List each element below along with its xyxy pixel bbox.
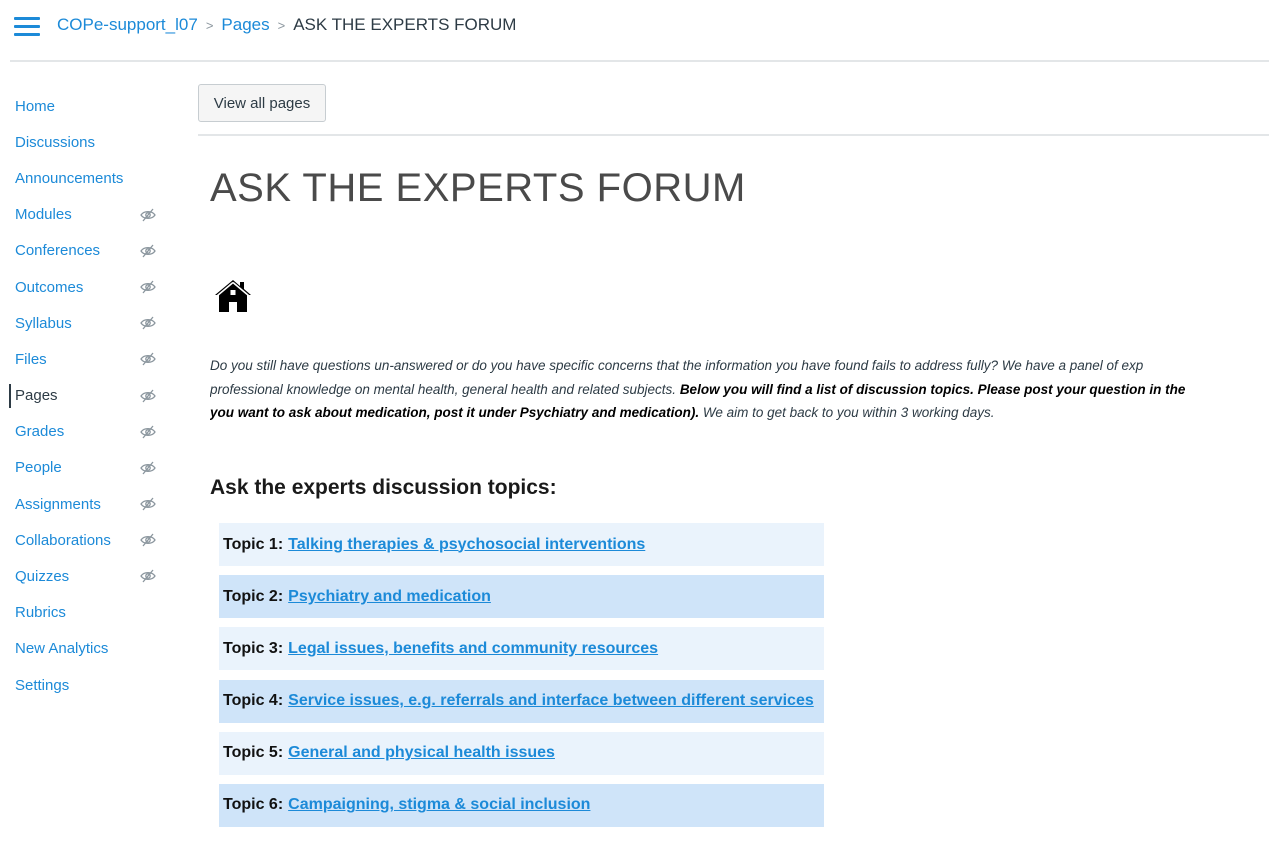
- sidebar-item-label: Conferences: [15, 242, 101, 260]
- topic-prefix: Topic 6:: [223, 796, 284, 814]
- topic-prefix: Topic 2:: [223, 587, 284, 605]
- breadcrumb-current: ASK THE EXPERTS FORUM: [293, 15, 517, 34]
- header-divider: [10, 60, 1269, 62]
- sidebar-item-announcements[interactable]: Announcements: [0, 160, 170, 196]
- topic-link[interactable]: Psychiatry and medication: [288, 588, 491, 606]
- breadcrumb-pages-link[interactable]: Pages: [221, 15, 269, 34]
- sidebar-item-label: Announcements: [15, 169, 124, 187]
- topic-row: Topic 5: General and physical health issu…: [219, 731, 824, 775]
- eye-slash-icon: [140, 425, 156, 439]
- sidebar-item-assignments[interactable]: Assignments: [0, 486, 170, 522]
- eye-slash-icon: [140, 208, 156, 222]
- topic-link[interactable]: Talking therapies & psychosocial interve…: [288, 536, 645, 554]
- sidebar-item-people[interactable]: People: [0, 450, 170, 486]
- sidebar-item-modules[interactable]: Modules: [0, 197, 170, 233]
- eye-slash-icon: [140, 569, 156, 583]
- eye-slash-icon: [140, 533, 156, 547]
- page-title: ASK THE EXPERTS FORUM: [210, 166, 746, 210]
- intro-line: professional knowledge on mental health,…: [210, 378, 1269, 402]
- eye-slash-icon: [140, 461, 156, 475]
- topic-prefix: Topic 4:: [223, 692, 284, 710]
- topic-row: Topic 6: Campaigning, stigma & social inc…: [219, 783, 824, 827]
- hamburger-menu-icon[interactable]: [14, 17, 40, 37]
- sidebar-item-label: Syllabus: [15, 314, 72, 332]
- topic-link[interactable]: Legal issues, benefits and community res…: [288, 640, 658, 658]
- sidebar-item-discussions[interactable]: Discussions: [0, 124, 170, 160]
- sidebar-item-conferences[interactable]: Conferences: [0, 233, 170, 269]
- sidebar-item-new-analytics[interactable]: New Analytics: [0, 631, 170, 667]
- sidebar-item-pages[interactable]: Pages: [0, 378, 170, 414]
- sidebar-item-syllabus[interactable]: Syllabus: [0, 305, 170, 341]
- content-divider: [198, 134, 1269, 136]
- sidebar-item-label: Quizzes: [15, 568, 70, 586]
- sidebar-item-label: People: [15, 459, 62, 477]
- sidebar-item-files[interactable]: Files: [0, 341, 170, 377]
- sidebar-item-label: Pages: [15, 387, 58, 405]
- global-header: COPe-support_l07 > Pages > ASK THE EXPERTS F…: [0, 0, 1269, 60]
- sidebar-item-label: Discussions: [15, 133, 96, 151]
- topic-list: Topic 1: Talking therapies & psychosocial…: [219, 523, 824, 836]
- topic-row: Topic 1: Talking therapies & psychosocial…: [219, 523, 824, 566]
- sidebar-item-label: Rubrics: [15, 604, 66, 622]
- topic-prefix: Topic 5:: [223, 744, 284, 762]
- intro-line3-plain: We aim to get back to you within 3 worki…: [699, 405, 995, 420]
- home-icon: [215, 280, 251, 312]
- eye-slash-icon: [140, 280, 156, 294]
- eye-slash-icon: [140, 316, 156, 330]
- topics-heading: Ask the experts discussion topics:: [210, 476, 557, 499]
- sidebar-item-label: Collaborations: [15, 531, 111, 549]
- eye-slash-icon: [140, 352, 156, 366]
- topic-row: Topic 4: Service issues, e.g. referrals a…: [219, 679, 824, 723]
- intro-line: you want to ask about medication, post i…: [210, 401, 1269, 425]
- eye-slash-icon: [140, 244, 156, 258]
- sidebar-item-quizzes[interactable]: Quizzes: [0, 558, 170, 594]
- topic-link[interactable]: General and physical health issues: [288, 744, 555, 762]
- sidebar-item-label: Grades: [15, 423, 65, 441]
- sidebar-item-label: New Analytics: [15, 640, 109, 658]
- course-navigation: Home Discussions Announcements Modules Confe…: [0, 88, 170, 703]
- sidebar-item-label: Modules: [15, 206, 72, 224]
- topic-row: Topic 2: Psychiatry and medication: [219, 575, 824, 619]
- eye-slash-icon: [140, 497, 156, 511]
- view-all-pages-button[interactable]: View all pages: [198, 84, 326, 122]
- eye-slash-icon: [140, 389, 156, 403]
- intro-text: Do you still have questions un-answered …: [210, 354, 1269, 425]
- sidebar-item-settings[interactable]: Settings: [0, 667, 170, 703]
- topic-link[interactable]: Service issues, e.g. referrals and inter…: [288, 692, 814, 710]
- sidebar-item-collaborations[interactable]: Collaborations: [0, 522, 170, 558]
- sidebar-item-label: Outcomes: [15, 278, 84, 296]
- sidebar-item-label: Assignments: [15, 495, 101, 513]
- breadcrumb: COPe-support_l07 > Pages > ASK THE EXPERTS F…: [57, 14, 516, 37]
- sidebar-item-rubrics[interactable]: Rubrics: [0, 595, 170, 631]
- sidebar-item-label: Files: [15, 350, 47, 368]
- breadcrumb-course-link[interactable]: COPe-support_l07: [57, 15, 198, 34]
- sidebar-item-home[interactable]: Home: [0, 88, 170, 124]
- topic-row: Topic 3: Legal issues, benefits and commu…: [219, 627, 824, 671]
- sidebar-item-label: Home: [15, 97, 56, 115]
- breadcrumb-separator: >: [277, 18, 286, 33]
- topic-prefix: Topic 3:: [223, 639, 284, 657]
- sidebar-item-grades[interactable]: Grades: [0, 414, 170, 450]
- sidebar-item-label: Settings: [15, 676, 70, 694]
- topic-prefix: Topic 1:: [223, 535, 284, 553]
- intro-line3-bold: you want to ask about medication, post i…: [210, 405, 700, 420]
- intro-line2-plain: professional knowledge on mental health,…: [210, 381, 680, 397]
- sidebar-item-outcomes[interactable]: Outcomes: [0, 269, 170, 305]
- intro-line2-bold: Below you will find a list of discussion…: [679, 381, 1186, 397]
- topic-link[interactable]: Campaigning, stigma & social inclusion: [288, 796, 590, 814]
- intro-line: Do you still have questions un-answered …: [210, 358, 1144, 373]
- breadcrumb-separator: >: [205, 18, 214, 33]
